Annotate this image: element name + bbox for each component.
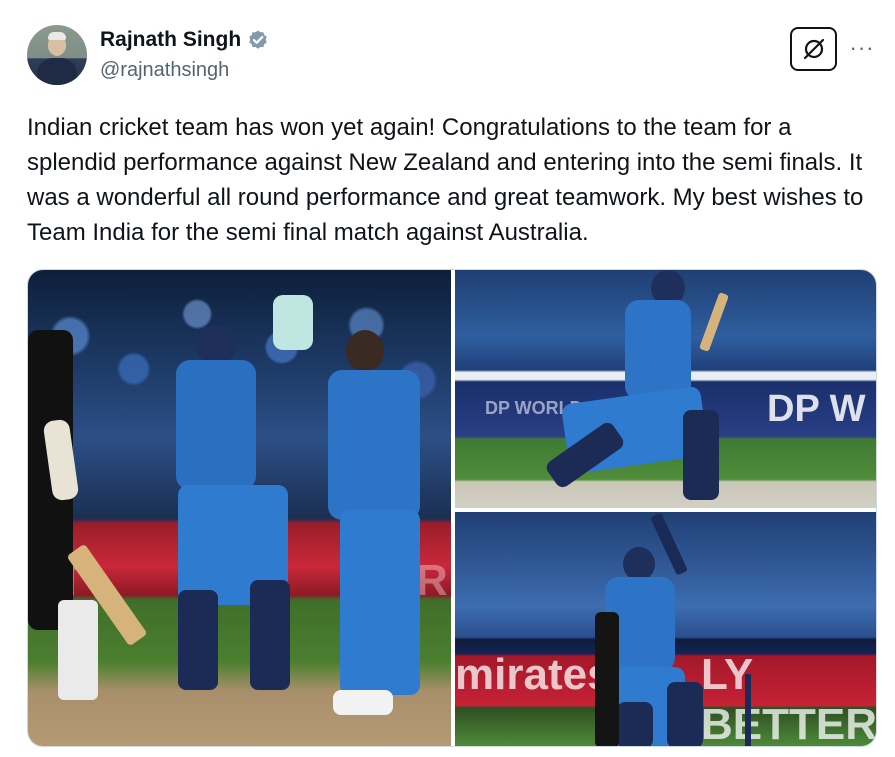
keeper-gloves <box>273 295 313 350</box>
more-icon: ··· <box>849 35 875 60</box>
avatar[interactable] <box>27 25 87 85</box>
avatar-hair <box>48 32 66 40</box>
batter-pad <box>667 682 703 746</box>
verified-badge-icon <box>249 30 267 49</box>
board-text: mirates <box>455 650 612 699</box>
batter-pad <box>683 410 719 500</box>
tweet-card: Rajnath Singh @rajnathsingh ··· Indian c… <box>0 0 895 757</box>
cricket-bat <box>699 292 729 352</box>
batter-helmet <box>623 547 655 581</box>
author-name-row[interactable]: Rajnath Singh <box>100 28 269 52</box>
bowler-shoe <box>333 690 393 715</box>
batter-pads <box>58 600 98 700</box>
author-name[interactable]: Rajnath Singh <box>100 28 241 52</box>
cricket-bat <box>650 512 688 576</box>
bowler-trousers <box>340 510 420 695</box>
author-handle[interactable]: @rajnathsingh <box>100 59 229 82</box>
bowler-head <box>346 330 384 372</box>
tweet-text: Indian cricket team has won yet again! C… <box>27 114 864 246</box>
board-text: DP W <box>767 388 866 430</box>
keeper-helmet <box>196 325 236 365</box>
photo-2[interactable]: DP WORLD DP W <box>455 270 876 508</box>
photo-3[interactable]: mirates LY BETTER <box>455 512 877 747</box>
stump <box>745 674 751 746</box>
photo-1[interactable]: ST R <box>28 270 451 746</box>
media-grid: ST R DP WORLD DP W <box>27 269 877 747</box>
board-text-right: R <box>416 556 448 605</box>
bowler-jersey <box>328 370 420 520</box>
keeper-pad-right <box>250 580 290 690</box>
grok-icon <box>803 38 824 60</box>
more-options-button[interactable]: ··· <box>848 33 876 63</box>
avatar-body <box>37 58 77 85</box>
keeper-jersey <box>176 360 256 490</box>
grok-button[interactable] <box>790 27 837 71</box>
batter-jersey <box>625 300 691 400</box>
keeper-pad-left <box>178 590 218 690</box>
batter-pad-back <box>617 702 653 746</box>
board-text-right: LY BETTER <box>701 650 877 747</box>
umpire-figure <box>595 612 619 746</box>
